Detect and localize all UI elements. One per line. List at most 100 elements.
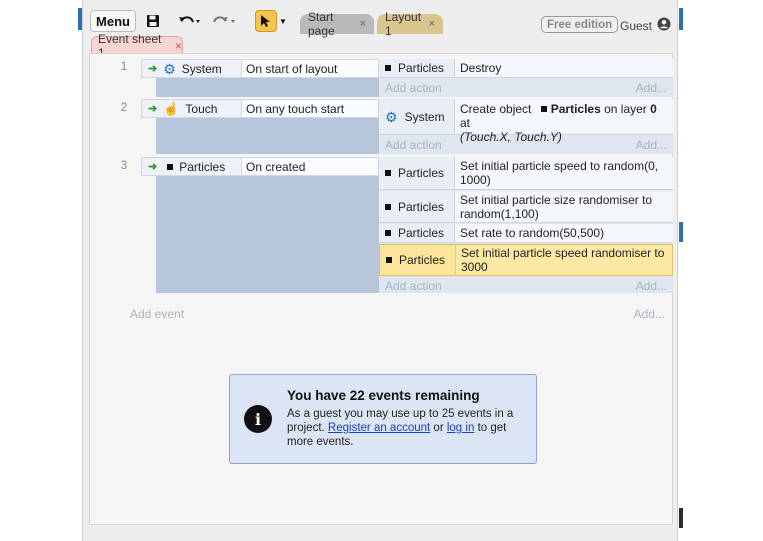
trigger-arrow-icon: ➜	[148, 63, 158, 75]
add-more-link[interactable]: Add...	[636, 279, 667, 293]
trigger-arrow-icon: ➜	[148, 161, 158, 173]
action-object[interactable]: Particles	[379, 224, 455, 242]
user-label: Guest	[620, 18, 653, 33]
notice-body: As a guest you may use up to 25 events i…	[287, 407, 527, 449]
login-link[interactable]: log in	[447, 422, 475, 434]
condition-object-label: Particles	[179, 159, 226, 174]
condition-object[interactable]: ➜ ⚙ System	[141, 59, 242, 78]
action-row[interactable]: Particles Set rate to random(50,500)	[379, 224, 673, 243]
action-text[interactable]: Set initial particle speed to random(0, …	[455, 157, 673, 189]
right-window-edge	[679, 8, 683, 30]
particles-icon	[167, 163, 174, 170]
condition-object[interactable]: ➜ ☝ Touch	[141, 99, 242, 118]
condition-text[interactable]: On any touch start	[242, 99, 379, 118]
cursor-icon[interactable]	[255, 10, 277, 32]
action-row[interactable]: ⚙ System Create object Particles on laye…	[379, 99, 673, 144]
condition-row[interactable]: ➜ ⚙ System On start of layout	[141, 59, 379, 78]
add-action-row[interactable]: Add action Add...	[379, 136, 673, 154]
tab-event-sheet-1[interactable]: Event sheet 1 ×	[91, 32, 183, 60]
tab-start-page[interactable]: Start page ×	[300, 10, 374, 38]
edition-badge[interactable]: Free edition	[541, 16, 619, 33]
event-number: 2	[120, 102, 128, 114]
gear-icon: ⚙	[163, 60, 176, 77]
action-object-label: Particles	[398, 61, 445, 75]
action-text-part: Create object	[460, 102, 532, 116]
action-object-label: System	[404, 109, 445, 124]
particles-icon	[385, 230, 391, 236]
undo-icon[interactable]	[176, 10, 202, 32]
redo-icon[interactable]	[211, 10, 237, 32]
close-icon[interactable]: ×	[360, 18, 366, 30]
add-action-row[interactable]: Add action Add...	[379, 79, 673, 97]
particles-icon	[540, 106, 547, 112]
action-row-selected[interactable]: Particles Set initial particle speed ran…	[379, 244, 673, 276]
particles-icon	[385, 170, 391, 176]
trigger-arrow-icon: ➜	[148, 103, 158, 115]
add-event-link[interactable]: Add event	[130, 307, 184, 321]
event-1-actions: Particles Destroy Add action Add...	[379, 59, 673, 97]
action-text-part: at	[460, 116, 471, 130]
action-row[interactable]: Particles Destroy	[379, 59, 673, 78]
add-more-link[interactable]: Add...	[634, 307, 665, 321]
add-event-row[interactable]: Add event Add...	[90, 305, 672, 323]
add-action-link[interactable]: Add action	[385, 279, 442, 293]
action-text[interactable]: Set rate to random(50,500)	[455, 224, 673, 242]
condition-object-label: System	[181, 61, 222, 76]
event-3-actions: Particles Set initial particle speed to …	[379, 157, 673, 293]
user-menu[interactable]: Guest	[620, 17, 671, 34]
add-more-link[interactable]: Add...	[636, 138, 667, 152]
event-sheet: 1 ➜ ⚙ System On start of layout Particle…	[89, 53, 673, 525]
tab-layout-1[interactable]: Layout 1 ×	[377, 10, 443, 38]
action-object-label: Particles	[399, 253, 446, 267]
close-icon[interactable]: ×	[429, 18, 435, 30]
info-icon: i	[244, 405, 272, 433]
register-link[interactable]: Register an account	[328, 422, 430, 434]
action-text[interactable]: Set initial particle speed randomiser to…	[456, 245, 672, 275]
condition-row[interactable]: ➜ Particles On created	[141, 157, 379, 176]
close-icon[interactable]: ×	[175, 39, 182, 53]
event-1-conditions[interactable]: ➜ ⚙ System On start of layout	[141, 59, 379, 97]
action-text-layer: 0	[650, 102, 657, 116]
event-2-actions: ⚙ System Create object Particles on laye…	[379, 99, 673, 154]
toolbar: Menu ▼ Start page × Layout 1 × Free edit…	[83, 4, 679, 38]
event-2-conditions[interactable]: ➜ ☝ Touch On any touch start	[141, 99, 379, 154]
action-row[interactable]: Particles Set initial particle size rand…	[379, 191, 673, 223]
action-object-label: Particles	[398, 166, 445, 180]
add-action-link[interactable]: Add action	[385, 138, 442, 152]
add-action-row[interactable]: Add action Add...	[379, 277, 673, 295]
menu-button[interactable]: Menu	[90, 10, 136, 32]
save-icon[interactable]	[143, 10, 163, 32]
notice-text: or	[433, 422, 444, 434]
action-object-label: Particles	[398, 226, 445, 240]
condition-row[interactable]: ➜ ☝ Touch On any touch start	[141, 99, 379, 118]
tab-label: Layout 1	[385, 10, 422, 38]
tab-label: Start page	[308, 10, 335, 38]
action-object[interactable]: Particles	[379, 157, 455, 189]
add-action-link[interactable]: Add action	[385, 81, 442, 95]
gear-icon: ⚙	[385, 108, 398, 125]
editor-window: Menu ▼ Start page × Layout 1 × Free edit…	[82, 0, 678, 541]
right-window-edge-bottom	[679, 508, 683, 528]
user-avatar-icon	[657, 17, 671, 34]
condition-text[interactable]: On start of layout	[242, 59, 379, 78]
select-dropdown-chevron-icon[interactable]: ▼	[279, 10, 287, 32]
particles-icon	[385, 203, 391, 210]
condition-object[interactable]: ➜ Particles	[141, 157, 242, 176]
action-text[interactable]: Create object Particles on layer 0 at (T…	[455, 99, 673, 144]
event-number: 1	[120, 61, 128, 73]
condition-text[interactable]: On created	[242, 157, 379, 176]
particles-icon	[385, 65, 391, 71]
action-text[interactable]: Set initial particle size randomiser to …	[455, 191, 673, 222]
action-object[interactable]: Particles	[379, 191, 455, 222]
condition-object-label: Touch	[185, 101, 218, 116]
action-row[interactable]: Particles Set initial particle speed to …	[379, 157, 673, 190]
particles-icon	[386, 257, 392, 263]
notice-title: You have 22 events remaining	[287, 388, 480, 403]
event-3-conditions[interactable]: ➜ Particles On created	[141, 157, 379, 293]
action-object[interactable]: ⚙ System	[379, 99, 455, 134]
add-more-link[interactable]: Add...	[636, 81, 667, 95]
action-object[interactable]: Particles	[379, 59, 455, 77]
action-object[interactable]: Particles	[380, 245, 456, 275]
action-text[interactable]: Destroy	[455, 59, 673, 77]
touch-icon: ☝	[163, 101, 180, 116]
